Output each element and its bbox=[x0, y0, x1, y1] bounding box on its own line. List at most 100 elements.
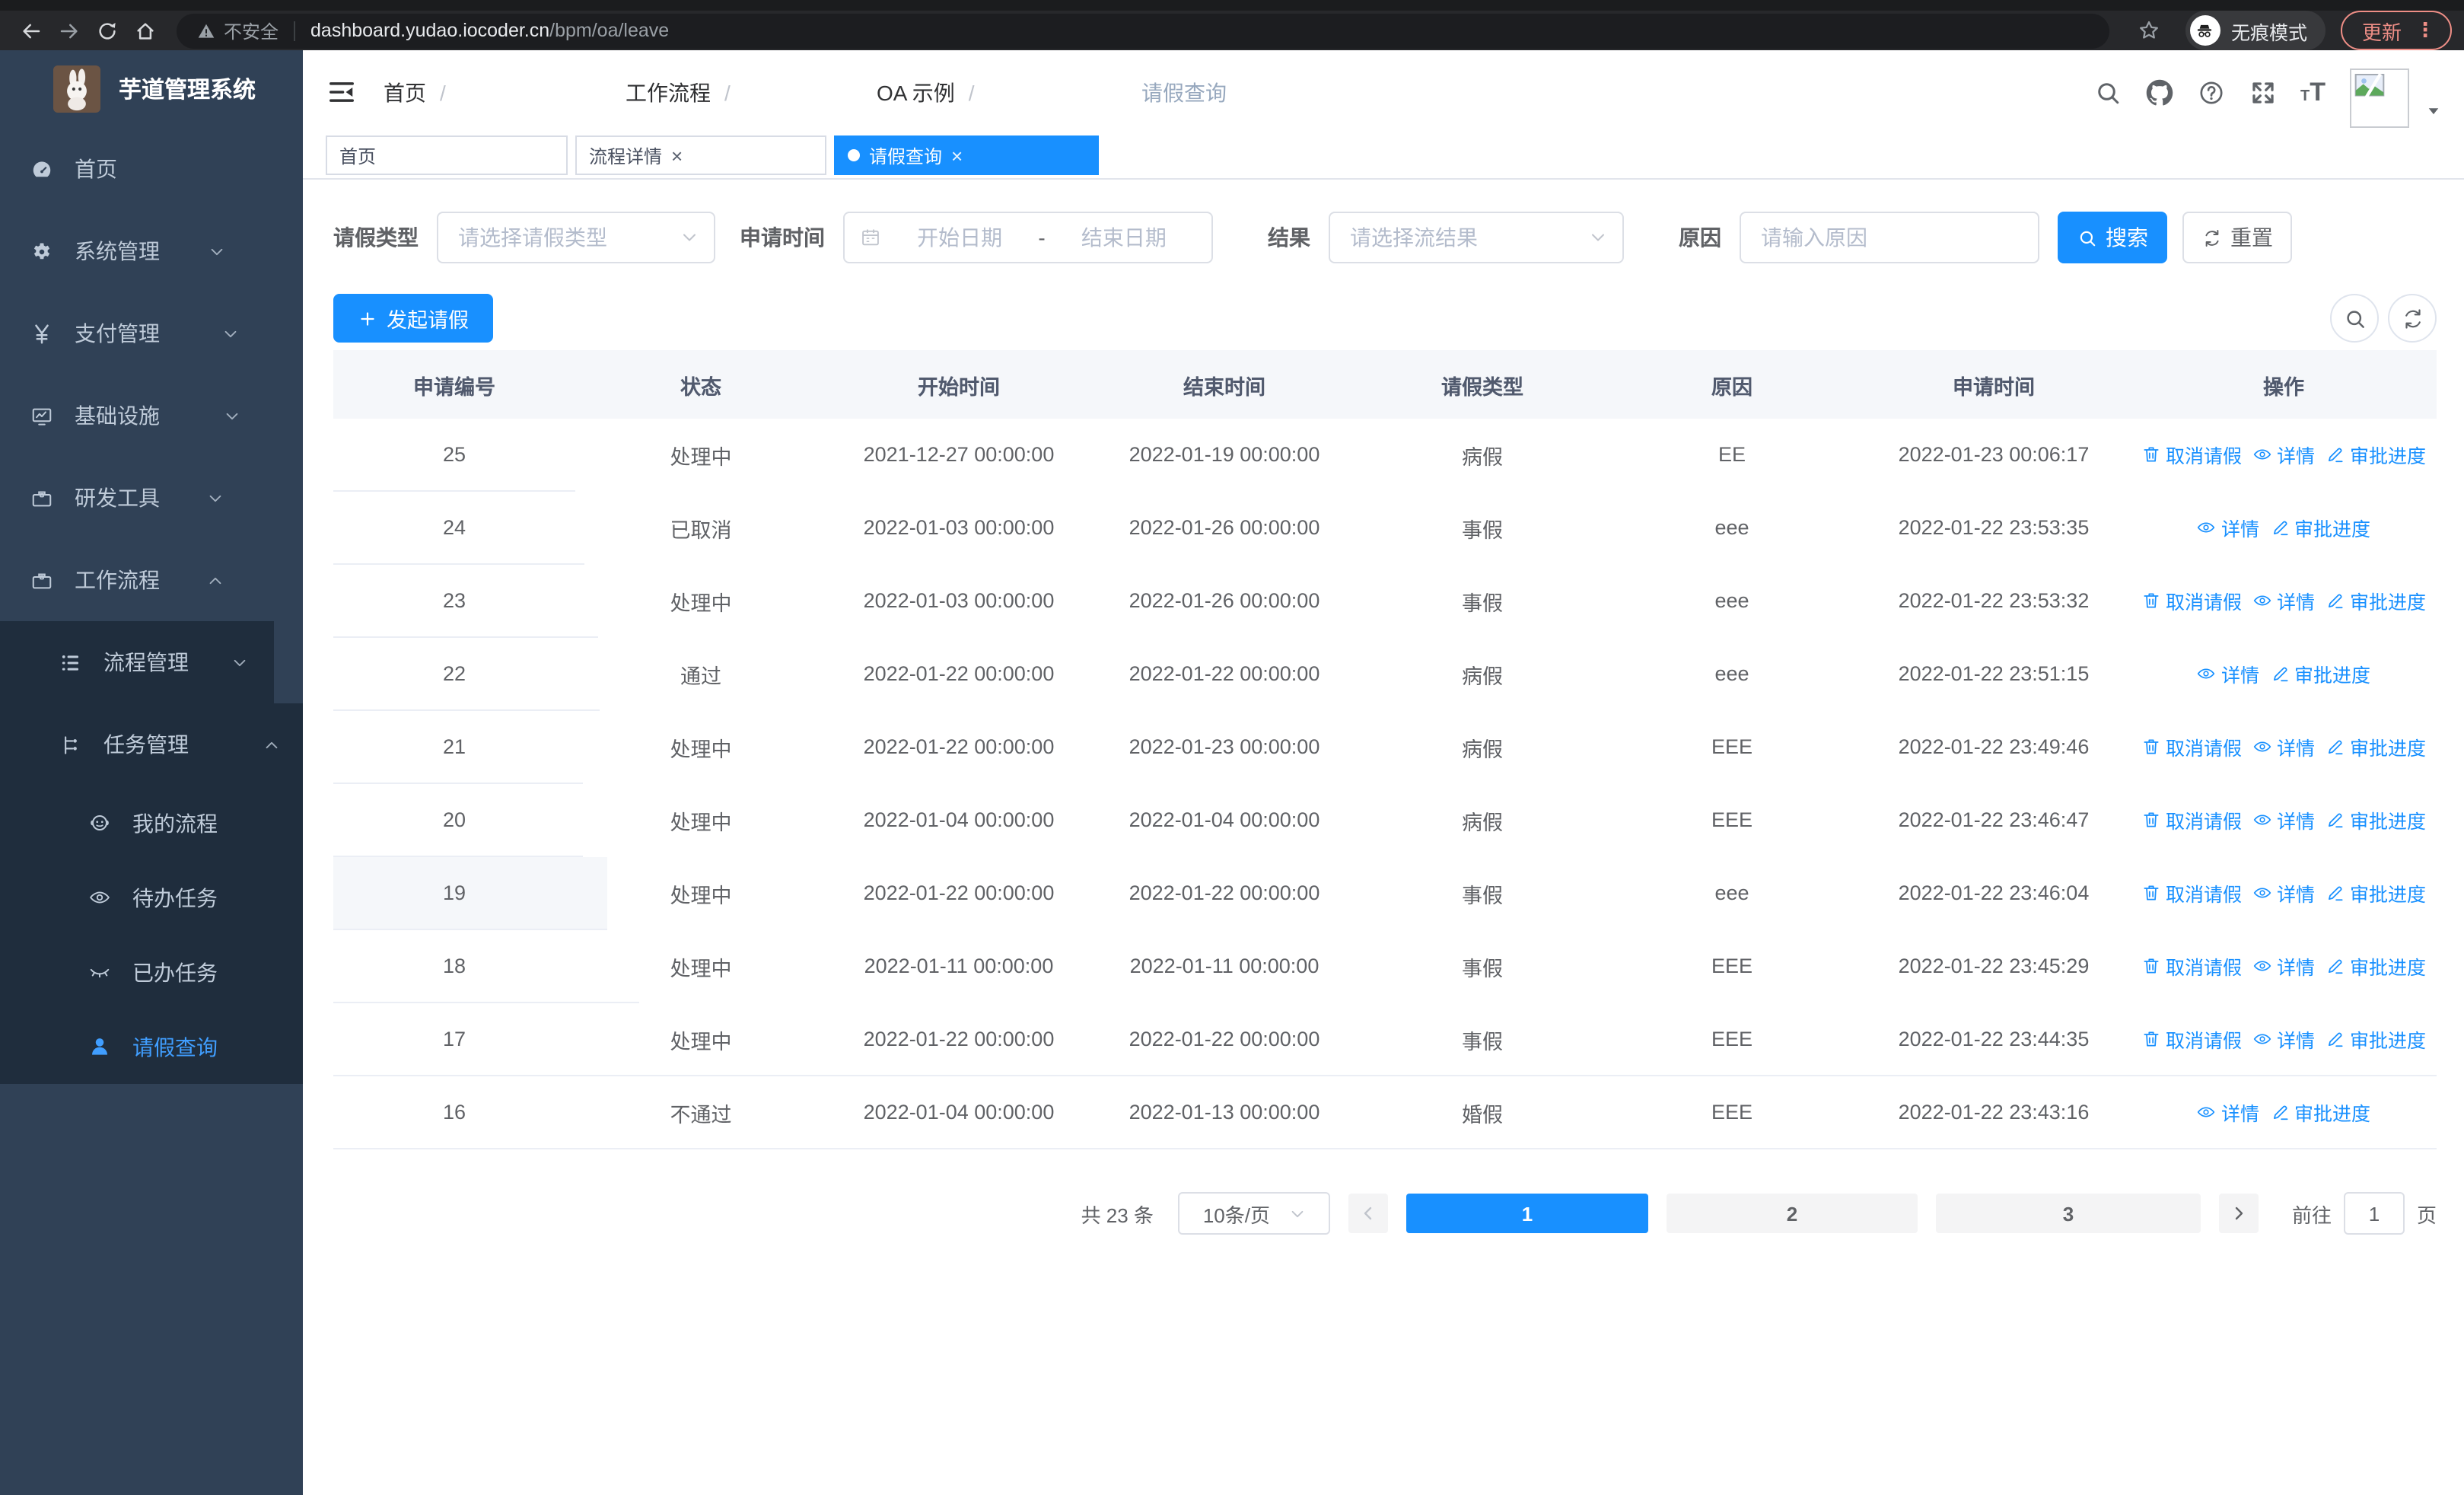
sidebar-item[interactable]: 已办任务 bbox=[0, 935, 303, 1009]
eye-icon bbox=[2252, 1029, 2272, 1049]
sidebar-item[interactable]: 支付管理 bbox=[0, 292, 265, 375]
cancel-leave-link[interactable]: 取消请假 bbox=[2141, 952, 2242, 980]
user-avatar[interactable] bbox=[2350, 68, 2409, 127]
cell-actions: 取消请假 详情 审批进度 bbox=[2131, 732, 2437, 761]
sidebar-item-label: 首页 bbox=[75, 157, 117, 181]
table-body: 25 处理中 2021-12-27 00:00:00 2022-01-19 00… bbox=[333, 419, 2437, 1149]
detail-link[interactable]: 详情 bbox=[2197, 659, 2259, 688]
refresh-table-button[interactable] bbox=[2388, 294, 2437, 343]
leave-type-select[interactable]: 请选择请假类型 bbox=[437, 212, 715, 263]
leave-type-label: 请假类型 bbox=[333, 225, 419, 250]
detail-link[interactable]: 详情 bbox=[2252, 732, 2315, 761]
sidebar-item[interactable]: 请假查询 bbox=[0, 1009, 303, 1084]
column-header: 请假类型 bbox=[1441, 375, 1523, 398]
briefcase-icon bbox=[30, 569, 53, 591]
sidebar-item[interactable]: 任务管理 bbox=[0, 703, 306, 786]
home-button[interactable] bbox=[126, 12, 164, 49]
breadcrumb-link[interactable]: 请假查询 bbox=[1141, 77, 1227, 107]
help-icon[interactable] bbox=[2197, 78, 2224, 106]
apply-time-range-picker[interactable]: 开始日期 - 结束日期 bbox=[843, 212, 1213, 263]
search-button[interactable]: 搜索 bbox=[2058, 212, 2167, 263]
approval-progress-link[interactable]: 审批进度 bbox=[2326, 440, 2426, 469]
update-button[interactable]: 更新 ⋮ bbox=[2340, 11, 2452, 50]
approval-progress-link[interactable]: 审批进度 bbox=[2326, 878, 2426, 907]
sidebar-item[interactable]: 基础设施 bbox=[0, 375, 266, 457]
cell-apply-time: 2022-01-22 23:45:29 bbox=[1898, 955, 2090, 977]
sidebar-item[interactable]: 我的流程 bbox=[0, 786, 303, 860]
prev-page-button[interactable] bbox=[1348, 1194, 1388, 1233]
create-leave-button[interactable]: 发起请假 bbox=[333, 294, 493, 343]
view-tab[interactable]: 流程详情 × bbox=[575, 135, 826, 175]
app-frame: 芋道管理系统 首页 系统管理 支付管理 基础设施 研发工具 工作流程 流程管理 … bbox=[0, 50, 2464, 1495]
reason-input[interactable] bbox=[1740, 212, 2039, 263]
sidebar-item[interactable]: 系统管理 bbox=[0, 210, 251, 292]
detail-link[interactable]: 详情 bbox=[2252, 586, 2315, 615]
approval-progress-link[interactable]: 审批进度 bbox=[2326, 586, 2426, 615]
detail-link[interactable]: 详情 bbox=[2252, 1025, 2315, 1054]
detail-link[interactable]: 详情 bbox=[2252, 952, 2315, 980]
breadcrumb-item: 请假查询 / bbox=[1141, 77, 1408, 107]
cancel-leave-link[interactable]: 取消请假 bbox=[2141, 586, 2242, 615]
search-icon[interactable] bbox=[2093, 78, 2121, 106]
approval-progress-link[interactable]: 审批进度 bbox=[2326, 952, 2426, 980]
approval-progress-link[interactable]: 审批进度 bbox=[2270, 1098, 2370, 1127]
cancel-leave-link[interactable]: 取消请假 bbox=[2141, 878, 2242, 907]
pen-icon bbox=[2326, 883, 2345, 903]
cancel-leave-link[interactable]: 取消请假 bbox=[2141, 732, 2242, 761]
reload-button[interactable] bbox=[88, 12, 126, 49]
github-icon[interactable] bbox=[2145, 78, 2173, 106]
goto-page-input[interactable] bbox=[2343, 1192, 2405, 1235]
detail-link[interactable]: 详情 bbox=[2252, 878, 2315, 907]
warning-icon bbox=[196, 21, 216, 40]
refresh-icon bbox=[2401, 307, 2424, 330]
breadcrumb-link[interactable]: 工作流程 bbox=[626, 77, 711, 107]
cancel-leave-link[interactable]: 取消请假 bbox=[2141, 1025, 2242, 1054]
detail-link[interactable]: 详情 bbox=[2252, 805, 2315, 834]
approval-progress-link[interactable]: 审批进度 bbox=[2270, 659, 2370, 688]
cell-leave-type: 事假 bbox=[1462, 1030, 1503, 1053]
breadcrumb-link[interactable]: 首页 bbox=[384, 77, 426, 107]
sidebar-item[interactable]: 工作流程 bbox=[0, 539, 250, 621]
sidebar-item[interactable]: 待办任务 bbox=[0, 860, 303, 935]
pen-icon bbox=[2326, 956, 2345, 976]
detail-link[interactable]: 详情 bbox=[2197, 513, 2259, 542]
close-icon[interactable]: × bbox=[671, 145, 683, 165]
cell-start-time: 2022-01-11 00:00:00 bbox=[864, 955, 1054, 977]
toggle-search-button[interactable] bbox=[2330, 294, 2379, 343]
forward-button[interactable] bbox=[50, 12, 88, 49]
detail-link[interactable]: 详情 bbox=[2252, 440, 2315, 469]
sidebar-logo[interactable]: 芋道管理系统 bbox=[0, 50, 303, 128]
reset-button[interactable]: 重置 bbox=[2182, 212, 2292, 263]
result-select[interactable]: 请选择流结果 bbox=[1329, 212, 1624, 263]
next-page-button[interactable] bbox=[2218, 1194, 2259, 1233]
breadcrumb-link[interactable]: OA 示例 bbox=[877, 77, 955, 107]
page-number-button[interactable]: 2 bbox=[1666, 1194, 1918, 1233]
view-tab[interactable]: 首页 bbox=[326, 135, 568, 175]
security-label: 不安全 bbox=[224, 21, 279, 42]
fullscreen-icon[interactable] bbox=[2249, 78, 2276, 106]
sidebar-item[interactable]: 研发工具 bbox=[0, 457, 250, 539]
cancel-leave-link[interactable]: 取消请假 bbox=[2141, 440, 2242, 469]
cell-end-time: 2022-01-22 00:00:00 bbox=[1129, 1028, 1320, 1050]
cancel-leave-link[interactable]: 取消请假 bbox=[2141, 805, 2242, 834]
close-icon[interactable]: × bbox=[951, 145, 963, 165]
page-number-button[interactable]: 1 bbox=[1405, 1194, 1648, 1233]
view-tab[interactable]: 请假查询 × bbox=[834, 135, 1099, 175]
sidebar-item[interactable]: 首页 bbox=[0, 128, 242, 210]
approval-progress-link[interactable]: 审批进度 bbox=[2326, 805, 2426, 834]
font-size-icon[interactable]: TT bbox=[2300, 77, 2326, 107]
pen-icon bbox=[2270, 518, 2290, 537]
security-indicator[interactable]: 不安全 bbox=[196, 18, 279, 43]
approval-progress-link[interactable]: 审批进度 bbox=[2270, 513, 2370, 542]
url-bar[interactable]: 不安全 dashboard.yudao.iocoder.cn /bpm/oa/l… bbox=[177, 13, 2109, 48]
approval-progress-link[interactable]: 审批进度 bbox=[2326, 732, 2426, 761]
caret-down-icon[interactable] bbox=[2426, 103, 2441, 118]
back-button[interactable] bbox=[12, 12, 50, 49]
page-size-select[interactable]: 10条/页 bbox=[1177, 1192, 1330, 1235]
collapse-sidebar-icon[interactable] bbox=[327, 78, 356, 107]
page-number-button[interactable]: 3 bbox=[1935, 1194, 2201, 1233]
sidebar-item[interactable]: 流程管理 bbox=[0, 621, 274, 703]
detail-link[interactable]: 详情 bbox=[2197, 1098, 2259, 1127]
bookmark-button[interactable] bbox=[2137, 18, 2161, 43]
approval-progress-link[interactable]: 审批进度 bbox=[2326, 1025, 2426, 1054]
